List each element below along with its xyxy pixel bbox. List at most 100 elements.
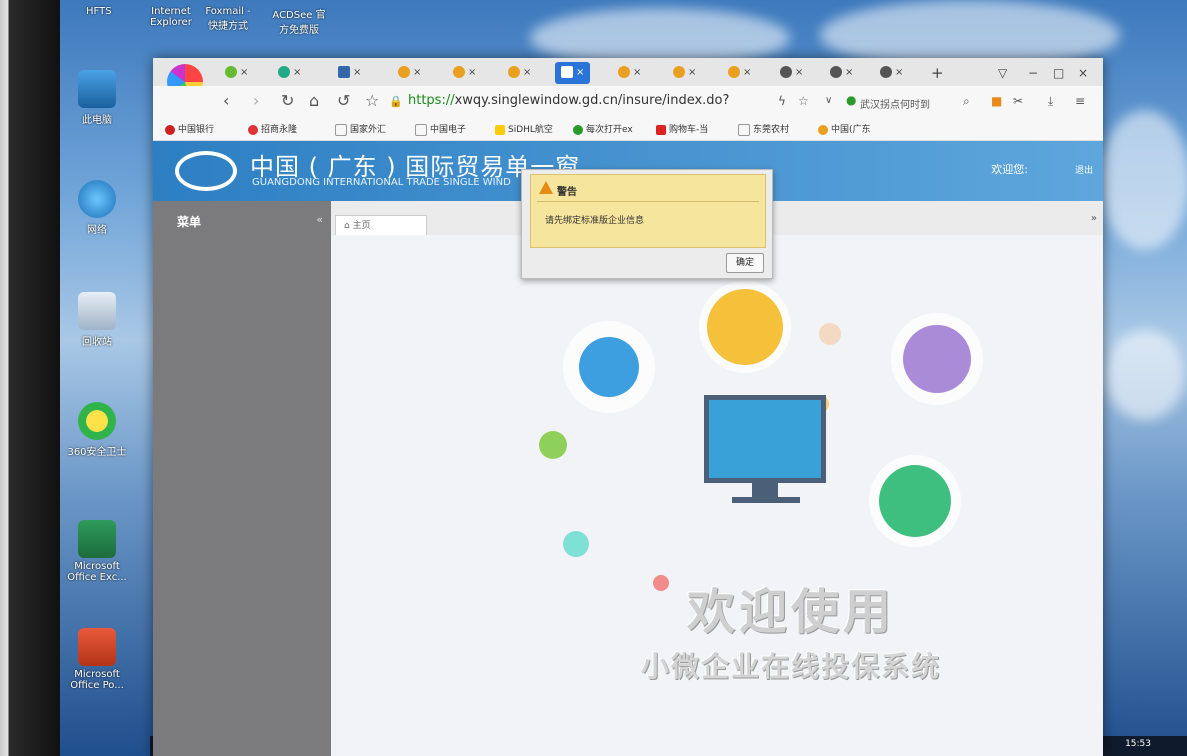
dhl-icon: [495, 124, 505, 135]
warning-dialog-message: 请先绑定标准版企业信息: [545, 216, 645, 226]
desktop-icon-label: 网络: [87, 225, 107, 236]
search-box[interactable]: 武汉拐点何时到: [860, 96, 930, 111]
main-content: 欢迎使用 小微企业在线投保系统: [331, 235, 1103, 756]
powerpoint-icon: [78, 628, 116, 666]
taskbar-clock[interactable]: 15:53: [1125, 739, 1151, 749]
undo-close-icon[interactable]: ↺: [337, 91, 350, 110]
desktop-icon-powerpoint[interactable]: Microsoft Office Po...: [62, 628, 132, 691]
browser-tab-active[interactable]: ×: [555, 62, 591, 84]
bookmark-item[interactable]: 中国电子: [415, 122, 466, 136]
lightning-icon[interactable]: ϟ: [778, 94, 786, 108]
ie-icon: [818, 124, 828, 135]
ok-button[interactable]: 确定: [726, 253, 764, 273]
browser-tab[interactable]: ×: [830, 62, 853, 84]
browser-tab-bar: × × × × × × × × × × × × × + ▽ − □ ×: [153, 58, 1103, 86]
desktop-icon-network[interactable]: 网络: [62, 180, 132, 236]
home-small-icon: ⌂: [344, 221, 353, 231]
decor-dot: [563, 531, 589, 557]
bookmark-item[interactable]: 招商永隆: [248, 122, 297, 135]
browser-window: × × × × × × × × × × × × × + ▽ − □ × ‹ › …: [153, 58, 1103, 756]
desktop-icon-recycle[interactable]: 回收站: [62, 292, 132, 348]
download-icon[interactable]: ⤓: [1048, 94, 1053, 109]
warning-dialog-body: 警告 请先绑定标准版企业信息: [530, 174, 766, 248]
tab-favicon-icon: [880, 66, 892, 78]
desktop-label-acdsee[interactable]: ACDSee 官方免费版: [270, 6, 328, 36]
tab-favicon-icon: [338, 66, 350, 78]
browser-tab[interactable]: ×: [618, 62, 641, 84]
bookmark-star-icon[interactable]: ☆: [798, 94, 809, 108]
bank-icon: [165, 124, 175, 135]
menu-sidebar: 菜单 «: [153, 201, 331, 756]
desktop-icon-label: 此电脑: [82, 115, 112, 126]
bookmark-item[interactable]: SiDHL航空: [495, 122, 553, 135]
favorite-star-icon[interactable]: ☆: [365, 91, 379, 110]
browser-tab[interactable]: ×: [673, 62, 696, 84]
minimize-button[interactable]: −: [1028, 62, 1038, 84]
browser-tab[interactable]: ×: [278, 62, 301, 84]
tab-favicon-icon: [225, 66, 237, 78]
bookmark-item[interactable]: 国家外汇: [335, 122, 386, 136]
tab-home[interactable]: ⌂ 主页: [335, 215, 427, 235]
address-bar[interactable]: https://xwqy.singlewindow.gd.cn/insure/i…: [408, 90, 768, 130]
shopping-cart-icon: [656, 124, 666, 135]
bookmark-item[interactable]: 中国银行: [165, 122, 214, 135]
apps-grid-icon[interactable]: ■: [991, 94, 1002, 108]
site-logo-icon: [175, 151, 237, 191]
globe-icon: [579, 337, 639, 397]
settings-document-icon: [903, 325, 971, 393]
search-engine-icon[interactable]: ●: [846, 93, 856, 107]
back-icon[interactable]: ‹: [223, 91, 229, 110]
search-icon[interactable]: ⌕: [963, 94, 970, 109]
secure-lock-icon: 🔒: [389, 95, 403, 108]
tab-favicon-icon: [830, 66, 842, 78]
home-icon[interactable]: ⌂: [309, 91, 319, 110]
browser-tab[interactable]: ×: [453, 62, 476, 84]
desktop-icon-label: 回收站: [82, 337, 112, 348]
refresh-icon[interactable]: ↻: [281, 91, 294, 110]
menu-icon[interactable]: ≡: [1075, 94, 1085, 108]
maximize-button[interactable]: □: [1053, 62, 1064, 84]
tab-home-label: 主页: [352, 221, 371, 231]
bookmarks-bar: 中国银行 招商永隆 国家外汇 中国电子 SiDHL航空 每次打开ex 购物车-当…: [153, 116, 1103, 141]
tab-scroll-chevron-icon[interactable]: »: [1091, 213, 1097, 224]
desktop-icon-360[interactable]: 360安全卫士: [62, 402, 132, 458]
world-map-monitor-icon: [704, 395, 826, 483]
scissors-icon[interactable]: ✂: [1013, 94, 1023, 108]
close-window-button[interactable]: ×: [1078, 62, 1088, 84]
desktop-icon-computer[interactable]: 此电脑: [62, 70, 132, 126]
browser-tab[interactable]: ×: [338, 62, 361, 84]
browser-tab[interactable]: ×: [508, 62, 531, 84]
forward-icon[interactable]: ›: [253, 91, 259, 110]
warning-dialog: 警告 请先绑定标准版企业信息 确定: [521, 169, 773, 279]
browser-tab[interactable]: ×: [728, 62, 751, 84]
bookmark-label: 购物车-当: [669, 125, 709, 135]
bookmark-item[interactable]: 东莞农村: [738, 122, 789, 136]
bookmark-item[interactable]: 每次打开ex: [573, 122, 633, 135]
skin-button[interactable]: ▽: [998, 62, 1007, 84]
bookmark-label: 招商永隆: [261, 125, 298, 135]
browser-tab[interactable]: ×: [225, 62, 248, 84]
bookmark-item[interactable]: 购物车-当: [656, 122, 708, 135]
new-tab-button[interactable]: +: [931, 62, 944, 84]
monitor-base: [732, 497, 800, 503]
site-subtitle: GUANGDONG INTERNATIONAL TRADE SINGLE WIN…: [252, 177, 511, 188]
desktop-icons: 此电脑 网络 回收站 360安全卫士 Microsoft Office Exc.…: [62, 0, 157, 756]
tab-favicon-icon: [398, 66, 410, 78]
desktop-icon-excel[interactable]: Microsoft Office Exc...: [62, 520, 132, 583]
dropdown-chevron-icon[interactable]: ∨: [825, 95, 832, 106]
360-safe-icon: [78, 402, 116, 440]
browser-tab[interactable]: ×: [880, 62, 903, 84]
recycle-bin-icon: [78, 292, 116, 330]
tab-favicon-icon: [453, 66, 465, 78]
desktop-label-foxmail[interactable]: Foxmail - 快捷方式: [202, 6, 254, 32]
hero-subtitle: 小微企业在线投保系统: [640, 650, 941, 683]
logout-link[interactable]: 退出: [1075, 163, 1093, 176]
collapse-sidebar-icon[interactable]: «: [316, 213, 323, 226]
bookmark-item[interactable]: 中国(广东: [818, 122, 871, 135]
warning-icon: [539, 181, 553, 194]
bank-icon: [248, 124, 258, 135]
browser-tab[interactable]: ×: [780, 62, 803, 84]
browser-tab[interactable]: ×: [398, 62, 421, 84]
page-icon: [335, 123, 347, 136]
excel-icon: [78, 520, 116, 558]
